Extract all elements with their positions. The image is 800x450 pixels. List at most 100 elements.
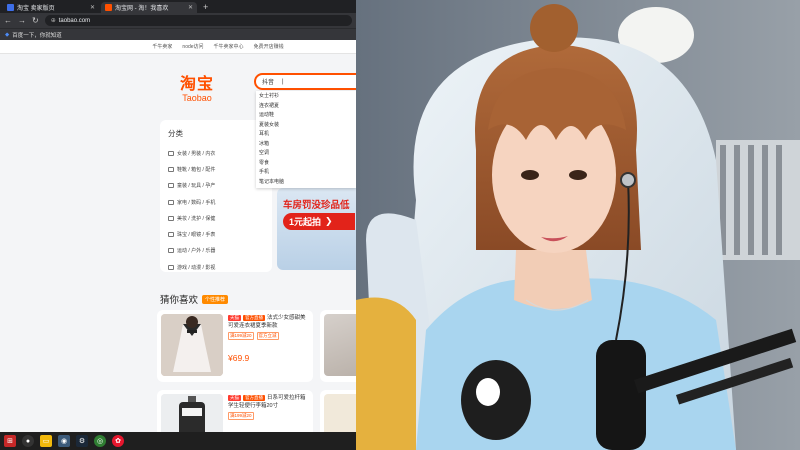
site-nav-link[interactable]: 免费开店赚钱 — [254, 43, 284, 50]
category-label: 珠宝 / 眼镜 / 手表 — [177, 232, 216, 239]
tab-label: 淘宝网 - 淘！我喜欢 — [115, 6, 169, 12]
weibo-icon[interactable]: ✿ — [112, 435, 124, 447]
product-price: ¥69.9 — [228, 353, 250, 363]
taobao-logo[interactable]: 淘宝 Taobao — [180, 70, 214, 103]
category-label: 运动 / 户外 / 乐器 — [177, 248, 216, 255]
browser-window: 淘宝 卖家版页 ✕ 淘宝网 - 淘！我喜欢 ✕ + ← → ↻ ⊕ taobao… — [0, 0, 356, 432]
search-input[interactable]: 抖音 | — [254, 73, 356, 90]
product-info: 天猫 官方直播 法式少女感甜美可爱连衣裙夏季新款 满199减20 官方立减 ¥69.9 — [228, 314, 306, 378]
close-icon[interactable]: ✕ — [90, 4, 95, 11]
suggestion-item[interactable]: 冰箱 — [256, 140, 356, 150]
category-label: 游戏 / 动漫 / 影视 — [177, 264, 216, 271]
back-icon[interactable]: ← — [4, 16, 12, 25]
category-row[interactable]: 美妆 / 洗护 / 保健 — [168, 210, 272, 226]
site-nav-link[interactable]: node访问 — [182, 43, 203, 50]
category-row[interactable]: 运动 / 户外 / 乐器 — [168, 243, 272, 259]
tab-favicon — [7, 4, 14, 11]
bookmark-item[interactable]: 百度一下，你就知道 — [12, 31, 62, 39]
product-tag: 官方直播 — [243, 395, 265, 401]
category-label: 美妆 / 洗护 / 保健 — [177, 215, 216, 222]
app-icon[interactable]: ◉ — [58, 435, 70, 447]
category-icon — [168, 248, 174, 254]
product-card[interactable] — [320, 390, 356, 432]
tab-taobao[interactable]: 淘宝网 - 淘！我喜欢 ✕ — [101, 2, 197, 13]
chrome-icon[interactable]: ◎ — [94, 435, 106, 447]
category-icon — [168, 232, 174, 238]
taskbar: ⊞ ● ▭ ◉ ⚙ ◎ ✿ — [0, 432, 356, 450]
webcam-feed — [356, 0, 800, 450]
suggestion-item[interactable]: 零食 — [256, 159, 356, 169]
suggestion-item[interactable]: 女士衬衫 — [256, 92, 356, 102]
guess-badge: 个性推荐 — [202, 294, 229, 304]
tab-seller[interactable]: 淘宝 卖家版页 ✕ — [3, 2, 99, 13]
search-suggestions: 女士衬衫 连衣裙夏 运动鞋 夏装女装 耳机 冰箱 空调 零食 手机 笔记本电脑 — [256, 91, 356, 188]
url-text: taobao.com — [58, 17, 91, 24]
coupon-tag: 满199减20 — [228, 412, 254, 420]
category-icon — [168, 183, 174, 189]
chevron-right-icon: ❯ — [325, 216, 333, 226]
category-label: 女装 / 男装 / 内衣 — [177, 150, 216, 157]
reload-icon[interactable]: ↻ — [32, 16, 39, 25]
product-tag: 天猫 — [228, 395, 241, 401]
product-card[interactable]: 天猫 官方直播 法式少女感甜美可爱连衣裙夏季新款 满199减20 官方立减 ¥69.9 — [157, 310, 313, 382]
site-nav: 千牛卖家 node访问 千牛卖家中心 免费开店赚钱 — [0, 40, 356, 54]
suggestion-item[interactable]: 笔记本电脑 — [256, 178, 356, 188]
category-icon — [168, 166, 174, 172]
site-nav-link[interactable]: 千牛卖家中心 — [214, 43, 244, 50]
product-image — [324, 394, 356, 432]
category-icon — [168, 150, 174, 156]
suggestion-item[interactable]: 空调 — [256, 149, 356, 159]
category-row[interactable]: 珠宝 / 眼镜 / 手表 — [168, 226, 272, 242]
suggestion-item[interactable]: 耳机 — [256, 130, 356, 140]
product-image — [161, 314, 223, 376]
promo-banner[interactable]: 车房罚没珍品低 1元起拍 ❯ — [277, 188, 356, 270]
dress-image — [161, 314, 223, 376]
category-icon — [168, 215, 174, 221]
streamer-camera-image — [356, 0, 800, 450]
product-card[interactable] — [320, 310, 356, 382]
windows-icon[interactable]: ⊞ — [4, 435, 16, 447]
tab-strip: 淘宝 卖家版页 ✕ 淘宝网 - 淘！我喜欢 ✕ + — [0, 0, 356, 13]
explorer-icon[interactable]: ▭ — [40, 435, 52, 447]
search-query: 抖音 — [262, 80, 275, 86]
logo-en: Taobao — [182, 93, 212, 103]
taobao-page: 千牛卖家 node访问 千牛卖家中心 免费开店赚钱 淘宝 Taobao 抖音 |… — [0, 40, 356, 432]
steam-icon[interactable]: ⚙ — [76, 435, 88, 447]
new-tab-button[interactable]: + — [199, 2, 212, 13]
category-label: 家电 / 数码 / 手机 — [177, 199, 216, 206]
suggestion-item[interactable]: 运动鞋 — [256, 111, 356, 121]
product-image — [161, 394, 223, 432]
forward-icon[interactable]: → — [18, 16, 26, 25]
close-icon[interactable]: ✕ — [188, 4, 193, 11]
category-icon — [168, 199, 174, 205]
address-bar[interactable]: ⊕ taobao.com — [44, 15, 352, 26]
coupon-tag: 官方立减 — [256, 332, 279, 340]
obs-icon[interactable]: ● — [22, 435, 34, 447]
suggestion-item[interactable]: 手机 — [256, 168, 356, 178]
logo-cn: 淘宝 — [180, 76, 215, 93]
product-card[interactable]: 天猫 官方直播 日系可爱拉杆箱学生轻便行李箱20寸 满199减20 — [157, 390, 313, 432]
category-row[interactable]: 游戏 / 动漫 / 影视 — [168, 259, 272, 275]
banner-text: 车房罚没珍品低 — [283, 200, 350, 211]
bookmarks-bar: ◆ 百度一下，你就知道 — [0, 28, 356, 40]
category-label: 童装 / 玩具 / 孕产 — [177, 183, 216, 190]
category-icon — [168, 264, 174, 270]
product-tag: 天猫 — [228, 315, 241, 321]
text-caret: | — [282, 78, 284, 85]
guess-title: 猜你喜欢 — [160, 295, 199, 306]
suggestion-item[interactable]: 夏装女装 — [256, 121, 356, 131]
guess-you-like-header: 猜你喜欢 个性推荐 — [160, 292, 229, 306]
banner-button-label: 1元起拍 — [289, 217, 322, 227]
banner-button[interactable]: 1元起拍 ❯ — [283, 213, 355, 230]
product-tag: 官方直播 — [243, 315, 265, 321]
category-row[interactable]: 家电 / 数码 / 手机 — [168, 194, 272, 210]
site-nav-link[interactable]: 千牛卖家 — [152, 43, 172, 50]
suggestion-item[interactable]: 连衣裙夏 — [256, 102, 356, 112]
product-info: 天猫 官方直播 日系可爱拉杆箱学生轻便行李箱20寸 满199减20 — [228, 394, 306, 432]
tab-label: 淘宝 卖家版页 — [17, 6, 55, 12]
tab-favicon — [105, 4, 112, 11]
bookmark-icon: ◆ — [5, 31, 10, 38]
site-info-icon[interactable]: ⊕ — [51, 17, 56, 24]
category-label: 鞋靴 / 箱包 / 配件 — [177, 166, 216, 173]
luggage-image — [161, 394, 223, 432]
